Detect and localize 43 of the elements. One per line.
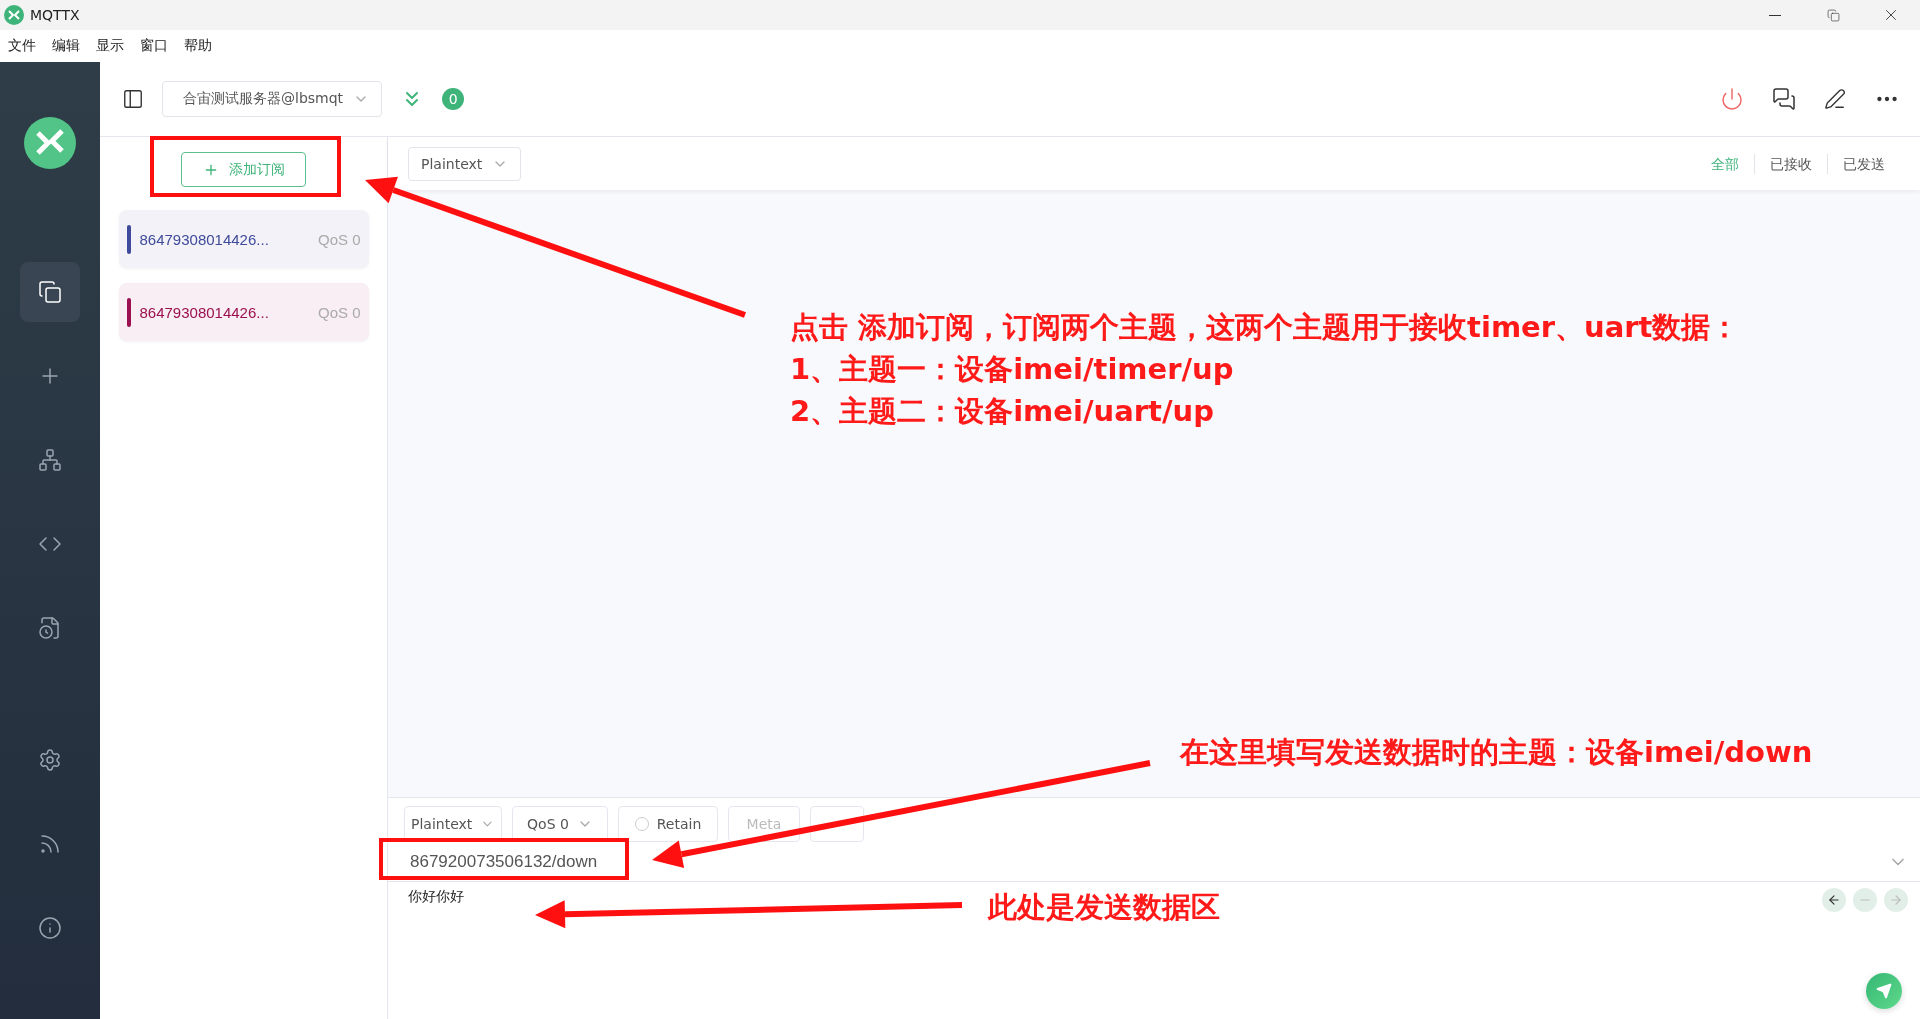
- hierarchy-icon: [38, 448, 62, 472]
- previous-button[interactable]: [1822, 888, 1846, 912]
- subscription-topic: 86479308014426...: [139, 230, 270, 248]
- document-clock-icon: [38, 616, 62, 640]
- chat-bubbles-icon[interactable]: [1772, 87, 1796, 111]
- menu-item[interactable]: 文件: [8, 37, 36, 55]
- send-button[interactable]: [1866, 973, 1902, 1009]
- subscription-item[interactable]: 86479308014426... QoS 0: [118, 210, 369, 268]
- sidebar-toggle-icon[interactable]: [122, 88, 144, 110]
- minimize-icon: [1769, 14, 1781, 16]
- filter-tab[interactable]: 已发送: [1827, 153, 1900, 174]
- unread-count: 0: [442, 88, 465, 110]
- annotation-text: 此处是发送数据区: [988, 889, 1220, 926]
- annotation-text: 点击 添加订阅，订阅两个主题，这两个主题用于接收timer、uart数据：: [790, 309, 1740, 346]
- send-icon: [1876, 983, 1892, 999]
- annotation-text: 在这里填写发送数据时的主题：设备imei/down: [1180, 734, 1813, 771]
- annotation-text: 2、主题二：设备imei/uart/up: [790, 393, 1215, 430]
- nav-button[interactable]: [20, 262, 80, 322]
- feed-icon: [38, 832, 62, 856]
- subscription-topic: 86479308014426...: [139, 303, 270, 321]
- topic-field[interactable]: 867920073506132/down: [408, 850, 1888, 873]
- connection-dropdown[interactable]: 合宙测试服务器@lbsmqt: [162, 81, 383, 117]
- settings-icon: [38, 748, 62, 772]
- restore-icon: [1826, 8, 1840, 22]
- subscription-item[interactable]: 86479308014426... QoS 0: [118, 283, 369, 341]
- overlapping-squares-icon: [38, 280, 62, 304]
- retain-toggle[interactable]: Retain: [618, 806, 718, 842]
- app-logo-icon: [4, 5, 24, 25]
- menu-item[interactable]: 窗口: [140, 37, 168, 55]
- power-icon[interactable]: [1720, 87, 1744, 111]
- menu-item[interactable]: 编辑: [52, 37, 80, 55]
- menu-item[interactable]: 帮助: [184, 37, 212, 55]
- edit-icon[interactable]: [1824, 88, 1846, 110]
- window-title: MQTTX: [30, 7, 81, 23]
- annotation-text: 1、主题一：设备imei/timer/up: [790, 351, 1235, 388]
- format-dropdown[interactable]: Plaintext: [408, 146, 522, 181]
- info-icon: [38, 916, 62, 940]
- filter-tab[interactable]: 已接收: [1754, 153, 1827, 174]
- subscription-qos: QoS 0: [317, 303, 361, 321]
- subscription-qos: QoS 0: [317, 230, 361, 248]
- app-logo-icon: [24, 117, 76, 169]
- menu-item[interactable]: 显示: [96, 37, 124, 55]
- next-button[interactable]: [1884, 888, 1908, 912]
